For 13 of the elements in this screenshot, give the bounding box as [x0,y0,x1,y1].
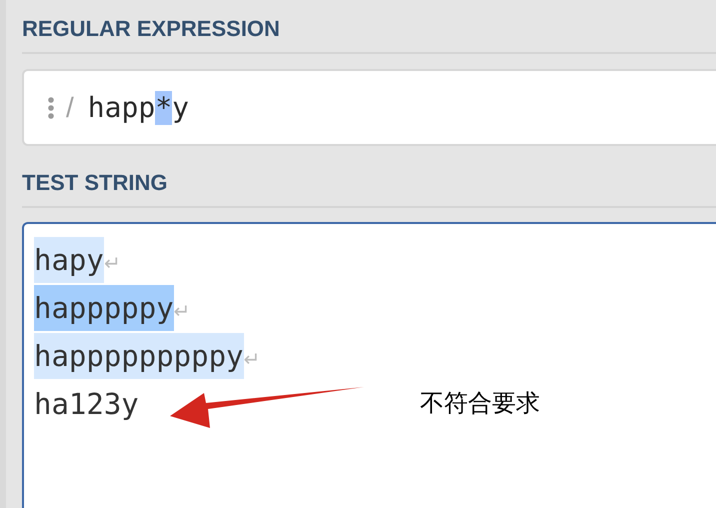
line-break-mark: ↵ [244,348,261,373]
regex-text: happ*y [88,90,189,124]
delimiter: / [66,90,74,124]
annotation-text: 不符合要求 [420,389,540,419]
test-string-area[interactable]: hapy↵ happpppy↵ happpppppppy↵ ha123y 不符合要求 [22,222,716,508]
grip-icon[interactable] [48,96,54,118]
line-break-mark: ↵ [174,300,191,325]
section-heading: TEST STRING [22,170,168,195]
test-line: ha123y [34,386,139,423]
section-heading: REGULAR EXPRESSION [22,16,280,41]
arrow-icon [170,387,364,429]
regex-field[interactable]: / happ*y [22,69,716,146]
line-break-mark: ↵ [104,252,121,277]
